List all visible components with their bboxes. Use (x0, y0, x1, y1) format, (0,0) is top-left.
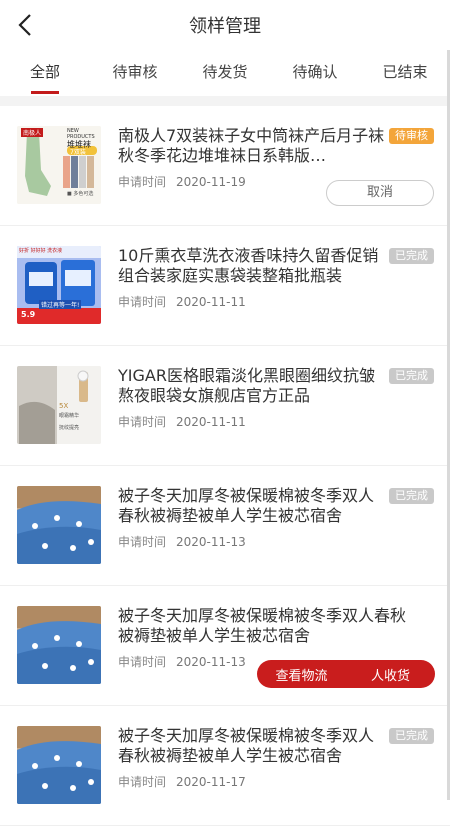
product-name: 南极人7双装袜子女中筒袜产后月子袜秋冬季花边堆堆袜日系韩版… (118, 126, 385, 165)
product-thumbnail (17, 606, 101, 684)
apply-date-row: 申请时间 2020-11-19 (118, 173, 246, 190)
apply-date-row: 申请时间 2020-11-11 (118, 293, 246, 310)
date-label: 申请时间 (118, 175, 167, 189)
tab-ended[interactable]: 已结束 (360, 50, 450, 96)
apply-date: 2020-11-17 (176, 775, 246, 789)
tab-label: 待发货 (202, 63, 248, 81)
apply-date-row: 申请时间 2020-11-11 (118, 413, 246, 430)
list-item[interactable]: 好折 好好好 洗衣液 错过再等一年! 5.9 10斤熏衣草洗衣液香味持久留香促销… (0, 226, 450, 346)
tab-pending-confirm[interactable]: 待确认 (270, 50, 360, 96)
product-thumbnail: 南极人 NEW PRODUCTS 堆堆袜 7双装 ■ 多色可选 (17, 126, 101, 204)
list-item[interactable]: 被子冬天加厚冬被保暖棉被冬季双人春秋被褥垫被单人学生被芯宿舍 申请时间 2020-… (0, 586, 450, 706)
thumb-top-label: 好折 好好好 洗衣液 (19, 248, 63, 254)
status-badge: 已完成 (389, 488, 434, 504)
status-badge: 已完成 (389, 248, 434, 264)
apply-date: 2020-11-19 (176, 175, 246, 189)
list-item[interactable]: 南极人 NEW PRODUCTS 堆堆袜 7双装 ■ 多色可选 南极人7双装袜子… (0, 106, 450, 226)
apply-date: 2020-11-11 (176, 415, 246, 429)
confirm-receipt-button[interactable]: 人收货 (346, 665, 435, 684)
tab-pending-review[interactable]: 待审核 (90, 50, 180, 96)
product-thumbnail: 好折 好好好 洗衣液 错过再等一年! 5.9 (17, 246, 101, 324)
date-label: 申请时间 (118, 415, 167, 429)
list-item[interactable]: 5X 眼霜精华 抚纹提亮 YIGAR医格眼霜淡化黑眼圈细纹抗皱熬夜眼袋女旗舰店官… (0, 346, 450, 466)
apply-date: 2020-11-11 (176, 295, 246, 309)
cancel-button[interactable]: 取消 (326, 180, 434, 206)
thumb-count: 7双装 (70, 149, 86, 156)
active-tab-indicator (31, 91, 59, 94)
view-logistics-button[interactable]: 查看物流 (257, 665, 346, 684)
date-label: 申请时间 (118, 775, 167, 789)
tab-pending-shipment[interactable]: 待发货 (180, 50, 270, 96)
thumb-line1: 5X (59, 402, 69, 410)
apply-date-row: 申请时间 2020-11-17 (118, 773, 246, 790)
apply-date: 2020-11-13 (176, 655, 246, 669)
tab-all[interactable]: 全部 (0, 50, 90, 96)
floating-action-bar: 查看物流 人收货 (257, 660, 435, 688)
page-title: 领样管理 (189, 16, 261, 37)
product-thumbnail (17, 726, 101, 804)
product-thumbnail (17, 486, 101, 564)
section-divider (0, 96, 450, 106)
tab-label: 全部 (29, 63, 60, 81)
status-badge: 已完成 (389, 728, 434, 744)
product-name: 被子冬天加厚冬被保暖棉被冬季双人春秋被褥垫被单人学生被芯宿舍 (118, 486, 375, 525)
tab-label: 已结束 (382, 63, 428, 81)
thumb-note: ■ 多色可选 (67, 191, 94, 197)
thumb-line2: 眼霜精华 (59, 413, 80, 419)
product-thumbnail: 5X 眼霜精华 抚纹提亮 (17, 366, 101, 444)
thumb-banner: 错过再等一年! (39, 300, 82, 309)
thumb-price: 5.9 (21, 310, 36, 319)
tab-label: 待审核 (112, 63, 158, 81)
apply-date-row: 申请时间 2020-11-13 (118, 533, 246, 550)
list-item[interactable]: 被子冬天加厚冬被保暖棉被冬季双人春秋被褥垫被单人学生被芯宿舍 已完成 申请时间 2… (0, 706, 450, 826)
status-tabs: 全部 待审核 待发货 待确认 已结束 (0, 50, 450, 96)
product-name: 10斤熏衣草洗衣液香味持久留香促销组合装家庭实惠袋装整箱批瓶装 (118, 246, 379, 285)
thumb-line3: 抚纹提亮 (59, 425, 80, 431)
apply-date: 2020-11-13 (176, 535, 246, 549)
date-label: 申请时间 (118, 535, 167, 549)
status-badge: 已完成 (389, 368, 434, 384)
product-name: 被子冬天加厚冬被保暖棉被冬季双人春秋被褥垫被单人学生被芯宿舍 (118, 726, 375, 765)
brand-badge: 南极人 (21, 128, 44, 137)
nav-bar: 领样管理 (0, 0, 450, 50)
apply-date-row: 申请时间 2020-11-13 (118, 653, 246, 670)
status-badge: 待审核 (389, 128, 434, 144)
sample-list: 南极人 NEW PRODUCTS 堆堆袜 7双装 ■ 多色可选 南极人7双装袜子… (0, 106, 450, 826)
product-name: 被子冬天加厚冬被保暖棉被冬季双人春秋被褥垫被单人学生被芯宿舍 (118, 606, 407, 645)
tab-label: 待确认 (292, 63, 338, 81)
date-label: 申请时间 (118, 295, 167, 309)
date-label: 申请时间 (118, 655, 167, 669)
product-name: YIGAR医格眼霜淡化黑眼圈细纹抗皱熬夜眼袋女旗舰店官方正品 (118, 366, 375, 405)
list-item[interactable]: 被子冬天加厚冬被保暖棉被冬季双人春秋被褥垫被单人学生被芯宿舍 已完成 申请时间 2… (0, 466, 450, 586)
